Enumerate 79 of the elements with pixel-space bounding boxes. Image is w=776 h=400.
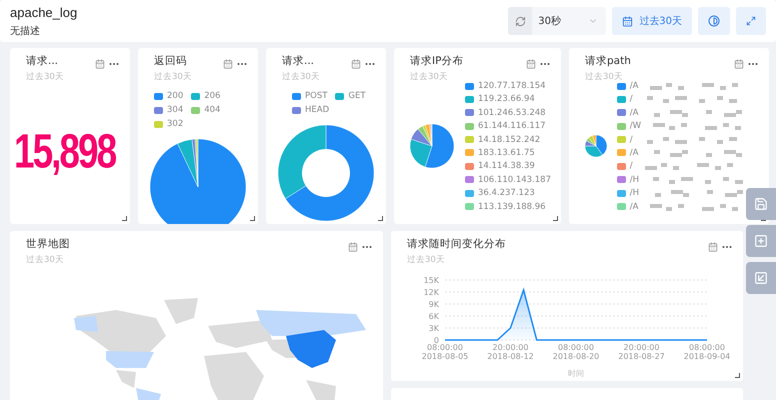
panel-subtitle: 过去30天 (407, 254, 446, 266)
legend-label[interactable]: POST (305, 91, 328, 101)
calendar-icon[interactable] (708, 242, 718, 252)
legend-label[interactable]: /A (630, 81, 638, 91)
axis-tick-label: 20:00:00 2018-08-12 (487, 343, 534, 361)
dashboard-description: 无描述 (10, 24, 41, 38)
refresh-interval-select[interactable]: 30秒 (508, 7, 606, 35)
metric-value: 15,898 (14, 124, 117, 180)
panel-subtitle: 过去30天 (410, 71, 449, 83)
panel-subtitle: 过去30天 (585, 71, 624, 83)
legend-label[interactable]: /H (630, 188, 639, 198)
axis-tick-label: 08:00:00 2018-08-20 (552, 343, 600, 361)
panel-subtitle: 过去30天 (26, 254, 65, 266)
legend-label[interactable]: 14.18.152.242 (478, 134, 540, 145)
legend-label[interactable]: / (630, 94, 633, 104)
pie-chart-drawing (585, 135, 607, 158)
panel-title: 请求... (282, 54, 316, 68)
axis-tick-label: 08:00:00 2018-09-04 (684, 343, 730, 361)
expand-icon (746, 16, 756, 26)
panel-subtitle: 过去30天 (26, 71, 64, 83)
axis-tick-label: 3K (428, 324, 439, 333)
calendar-icon[interactable] (351, 59, 361, 69)
axis-tick-label: 0 (434, 336, 439, 345)
axis-title: 时间 (568, 369, 584, 378)
legend-label[interactable]: 200 (167, 91, 184, 101)
legend-label[interactable]: 119.23.66.94 (478, 94, 535, 104)
legend-label[interactable]: /A (630, 108, 638, 118)
axis-tick-label: 15K (424, 276, 439, 285)
panel-title: 请求... (26, 54, 60, 68)
legend-label[interactable]: /A (630, 148, 638, 158)
legend-label[interactable]: 14.114.38.39 (478, 161, 535, 172)
panel-title: 请求随时间变化分布 (407, 237, 506, 251)
legend-label[interactable]: /H (630, 174, 639, 185)
calendar-icon[interactable] (348, 242, 358, 252)
save-icon (754, 197, 768, 211)
legend-label[interactable]: HEAD (305, 105, 330, 115)
legend-label[interactable]: 113.139.188.96 (478, 202, 546, 212)
legend-label[interactable]: 61.144.116.117 (478, 121, 546, 132)
panel-title: 请求path (585, 54, 631, 68)
panel-subtitle: 过去30天 (282, 71, 320, 83)
calendar-icon[interactable] (734, 59, 744, 69)
calendar-icon[interactable] (95, 59, 105, 69)
contrast-icon (708, 15, 720, 27)
calendar-icon[interactable] (526, 59, 536, 69)
calendar-icon[interactable] (223, 59, 233, 69)
legend-label[interactable]: 101.246.53.248 (478, 108, 546, 118)
time-range-button[interactable]: 过去30天 (612, 7, 692, 35)
dashboard-title: apache_log (10, 4, 78, 20)
legend-label[interactable]: 302 (167, 119, 184, 129)
legend-label[interactable]: 106.110.143.187 (478, 174, 551, 185)
legend-label[interactable]: 183.13.61.75 (478, 148, 535, 158)
panel-title: 返回码 (154, 54, 188, 68)
axis-tick-label: 12K (424, 288, 439, 297)
theme-toggle-button[interactable] (698, 7, 730, 35)
legend-label[interactable]: 304 (167, 105, 184, 115)
axis-tick-label: 6K (428, 312, 439, 321)
refresh-icon (514, 16, 526, 26)
legend-label[interactable]: 120.77.178.154 (478, 81, 546, 91)
legend-label[interactable]: /W (630, 121, 641, 132)
axis-tick-label: 9K (428, 300, 439, 309)
exit-button[interactable] (746, 262, 776, 294)
fullscreen-button[interactable] (736, 7, 766, 35)
axis-tick-label: 20:00:00 2018-08-27 (618, 343, 665, 361)
legend-label[interactable]: /A (630, 202, 638, 212)
panel-title: 请求IP分布 (410, 54, 464, 68)
legend-label[interactable]: / (630, 161, 633, 172)
axis-tick-label: 08:00:00 2018-08-05 (422, 343, 468, 361)
add-panel-button[interactable] (746, 225, 776, 257)
plus-icon (754, 234, 768, 248)
panel-subtitle: 过去30天 (154, 71, 192, 83)
save-button[interactable] (746, 188, 776, 220)
legend-label[interactable]: / (630, 134, 633, 145)
panel-title: 世界地图 (26, 237, 70, 251)
legend-label[interactable]: GET (348, 91, 366, 101)
legend-label[interactable]: 36.4.237.123 (478, 188, 535, 198)
pie-chart-drawing (410, 124, 454, 168)
legend-label[interactable]: 206 (204, 91, 220, 101)
legend-label[interactable]: 404 (204, 105, 220, 115)
calendar-icon (622, 16, 634, 26)
